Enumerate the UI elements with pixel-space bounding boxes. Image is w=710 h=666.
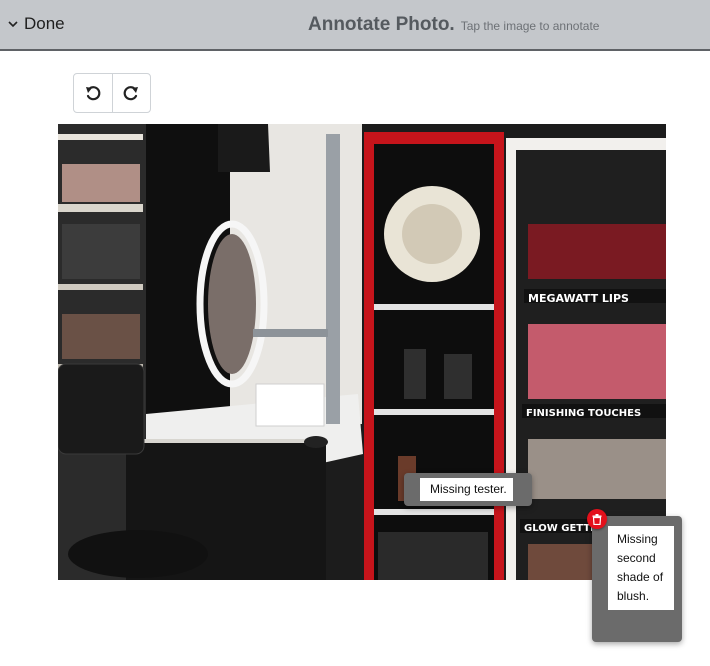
undo-button[interactable]	[74, 74, 112, 112]
delete-annotation-button[interactable]	[587, 509, 607, 529]
annotation-note[interactable]: Missing second shade of blush.	[592, 516, 682, 642]
header-bar: Done Annotate Photo. Tap the image to an…	[0, 0, 710, 51]
redo-icon	[123, 86, 139, 101]
undo-icon	[85, 86, 101, 101]
redo-button[interactable]	[111, 74, 151, 112]
page-subtitle: Tap the image to annotate	[460, 19, 600, 33]
annotation-note[interactable]: Missing tester.	[404, 473, 532, 506]
sign-finishing-touches: FINISHING TOUCHES	[526, 408, 641, 419]
undo-redo-toolbar	[73, 73, 151, 113]
trash-icon	[592, 513, 602, 525]
done-label: Done	[24, 14, 65, 33]
annotation-text[interactable]: Missing tester.	[420, 478, 513, 501]
annotatable-photo[interactable]: MEGAWATT LIPS FINISHING TOUCHES GLOW GET…	[58, 124, 666, 580]
chevron-down-icon	[8, 21, 18, 28]
page-title-group: Annotate Photo. Tap the image to annotat…	[308, 14, 599, 36]
sign-megawatt-lips: MEGAWATT LIPS	[528, 292, 629, 305]
page-title: Annotate Photo.	[308, 14, 455, 35]
done-button[interactable]: Done	[8, 12, 65, 36]
store-display-image: MEGAWATT LIPS FINISHING TOUCHES GLOW GET…	[58, 124, 666, 580]
annotation-text[interactable]: Missing second shade of blush.	[608, 526, 674, 610]
